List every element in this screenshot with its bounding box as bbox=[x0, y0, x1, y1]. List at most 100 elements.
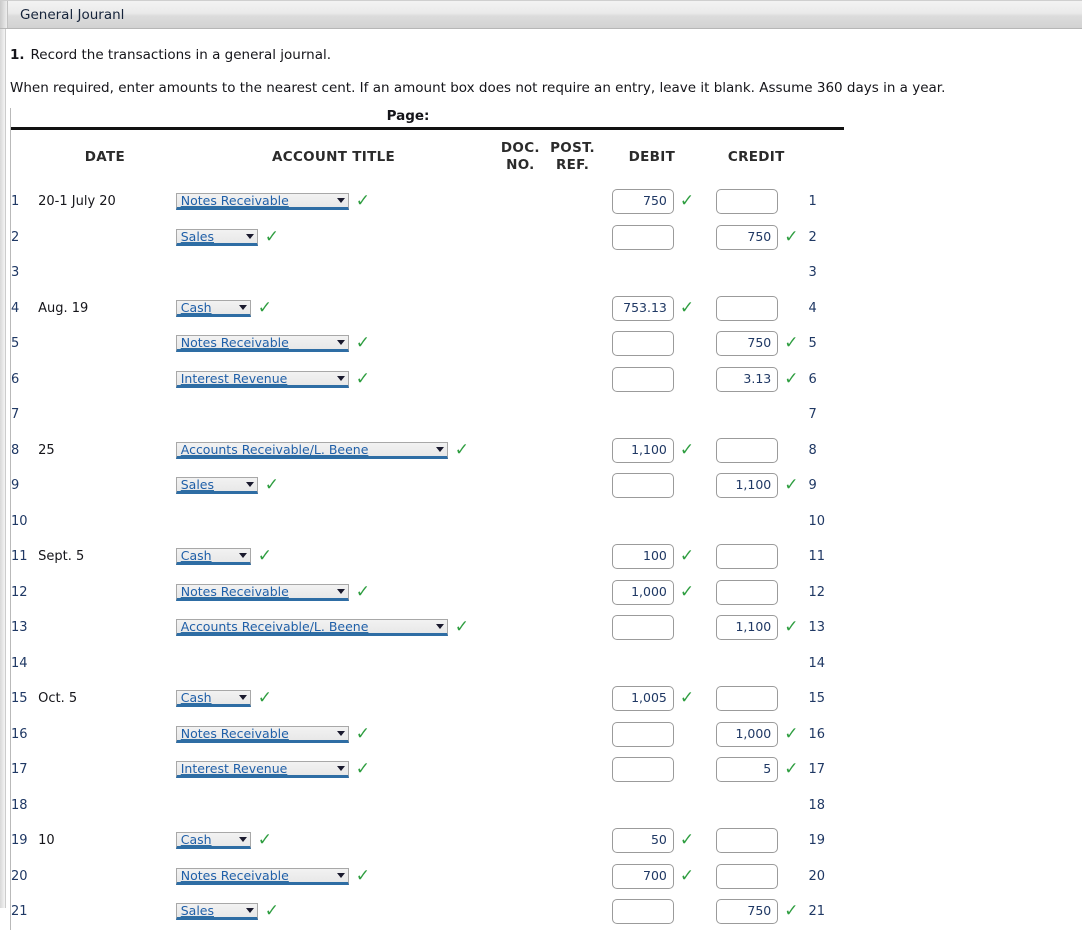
account-title-select[interactable]: Sales bbox=[176, 229, 258, 246]
credit-input[interactable] bbox=[716, 686, 778, 711]
credit-input[interactable] bbox=[716, 438, 778, 463]
debit-input[interactable]: 1,005 bbox=[612, 686, 674, 711]
account-title-select[interactable]: Notes Receivable bbox=[176, 193, 349, 210]
doc-no-cell bbox=[495, 788, 545, 824]
debit-check-icon: ✓ bbox=[680, 300, 692, 317]
account-title-select[interactable]: Cash bbox=[176, 300, 251, 317]
account-title-value: Accounts Receivable/L. Beene bbox=[181, 442, 375, 457]
credit-check-icon: ✓ bbox=[784, 477, 796, 494]
debit-input[interactable]: 50 bbox=[612, 828, 674, 853]
post-ref-cell bbox=[545, 575, 599, 611]
debit-input[interactable]: 700 bbox=[612, 864, 674, 889]
credit-check-icon: ✓ bbox=[784, 371, 796, 388]
chevron-down-icon bbox=[436, 447, 444, 452]
journal-row: 2Sales✓✓750✓2 bbox=[11, 220, 844, 256]
debit-input[interactable] bbox=[612, 473, 674, 498]
post-ref-cell bbox=[545, 397, 599, 433]
debit-wrapper: 1,100✓ bbox=[600, 438, 704, 463]
credit-wrapper: 1,100 ✓ bbox=[704, 473, 808, 498]
account-select-wrapper: Notes Receivable ✓ bbox=[172, 868, 496, 885]
credit-input[interactable] bbox=[716, 296, 778, 321]
debit-input[interactable] bbox=[612, 615, 674, 640]
debit-input[interactable]: 750 bbox=[612, 189, 674, 214]
account-title-cell: Accounts Receivable/L. Beene✓ bbox=[172, 610, 496, 646]
account-title-select[interactable]: Interest Revenue bbox=[176, 761, 349, 778]
row-number-right: 13 bbox=[808, 610, 844, 646]
post-ref-cell bbox=[545, 752, 599, 788]
credit-cell: 3.13 ✓ bbox=[704, 362, 808, 398]
debit-cell: 1,000✓ bbox=[600, 575, 704, 611]
account-title-value: Sales bbox=[181, 229, 220, 244]
account-title-cell: Notes Receivable✓ bbox=[172, 575, 496, 611]
row-number-right: 21 bbox=[808, 894, 844, 930]
account-title-cell: Notes Receivable ✓ bbox=[172, 859, 496, 895]
account-title-select[interactable]: Cash bbox=[176, 548, 251, 565]
credit-wrapper: ✓ bbox=[704, 686, 808, 711]
account-title-select[interactable]: Sales bbox=[176, 903, 258, 920]
post-ref-cell bbox=[545, 184, 599, 220]
chevron-down-icon bbox=[436, 624, 444, 629]
debit-cell: 750✓ bbox=[600, 184, 704, 220]
credit-input[interactable]: 1,000 bbox=[716, 722, 778, 747]
credit-input[interactable] bbox=[716, 864, 778, 889]
credit-input[interactable] bbox=[716, 580, 778, 605]
date-cell bbox=[38, 220, 172, 256]
debit-input[interactable] bbox=[612, 899, 674, 924]
row-number-left: 15 bbox=[11, 681, 38, 717]
debit-input[interactable] bbox=[612, 757, 674, 782]
post-ref-cell bbox=[545, 823, 599, 859]
account-select-wrapper: Cash✓ bbox=[172, 690, 496, 707]
row-number-right: 18 bbox=[808, 788, 844, 824]
credit-check-icon: ✓ bbox=[784, 726, 796, 743]
account-title-select[interactable]: Cash bbox=[176, 832, 251, 849]
debit-input[interactable] bbox=[612, 722, 674, 747]
date-cell: 10 bbox=[38, 823, 172, 859]
account-title-select[interactable]: Sales bbox=[176, 477, 258, 494]
post-ref-cell bbox=[545, 220, 599, 256]
credit-wrapper: ✓ bbox=[704, 296, 808, 321]
journal-row: 13Accounts Receivable/L. Beene✓✓1,100✓13 bbox=[11, 610, 844, 646]
row-number-left: 6 bbox=[11, 362, 38, 398]
account-title-select[interactable]: Notes Receivable bbox=[176, 726, 349, 743]
general-journal-page: General Jouranl 1.Record the transaction… bbox=[0, 0, 1082, 908]
debit-input[interactable] bbox=[612, 331, 674, 356]
account-title-value: Notes Receivable bbox=[181, 584, 295, 599]
credit-input[interactable]: 1,100 bbox=[716, 473, 778, 498]
account-title-select[interactable]: Cash bbox=[176, 690, 251, 707]
account-title-select[interactable]: Interest Revenue bbox=[176, 371, 349, 388]
credit-input[interactable]: 3.13 bbox=[716, 367, 778, 392]
debit-input[interactable]: 1,100 bbox=[612, 438, 674, 463]
journal-row: 120-1 July 20Notes Receivable✓750✓✓1 bbox=[11, 184, 844, 220]
debit-cell: ✓ bbox=[600, 717, 704, 753]
account-check-icon: ✓ bbox=[356, 761, 368, 778]
credit-input[interactable]: 750 bbox=[716, 899, 778, 924]
debit-input[interactable]: 100 bbox=[612, 544, 674, 569]
account-select-wrapper: Notes Receivable✓ bbox=[172, 726, 496, 743]
doc-no-cell bbox=[495, 610, 545, 646]
account-title-select[interactable]: Notes Receivable bbox=[176, 584, 349, 601]
chevron-down-icon bbox=[337, 340, 345, 345]
account-check-icon: ✓ bbox=[356, 868, 368, 885]
debit-input[interactable] bbox=[612, 367, 674, 392]
debit-wrapper: 700✓ bbox=[600, 864, 704, 889]
credit-input[interactable] bbox=[716, 189, 778, 214]
account-select-wrapper: Interest Revenue✓ bbox=[172, 371, 496, 388]
account-title-select[interactable]: Notes Receivable bbox=[176, 868, 349, 885]
credit-input[interactable]: 1,100 bbox=[716, 615, 778, 640]
credit-wrapper: 750✓ bbox=[704, 225, 808, 250]
account-title-select[interactable]: Accounts Receivable/L. Beene bbox=[176, 442, 448, 459]
credit-cell bbox=[704, 255, 808, 291]
journal-row: 16Notes Receivable✓✓1,000✓16 bbox=[11, 717, 844, 753]
credit-cell: ✓ bbox=[704, 291, 808, 327]
credit-cell: ✓ bbox=[704, 823, 808, 859]
credit-input[interactable]: 5 bbox=[716, 757, 778, 782]
credit-input[interactable] bbox=[716, 544, 778, 569]
credit-input[interactable]: 750 bbox=[716, 331, 778, 356]
account-title-select[interactable]: Notes Receivable bbox=[176, 335, 349, 352]
account-title-select[interactable]: Accounts Receivable/L. Beene bbox=[176, 619, 448, 636]
debit-input[interactable]: 753.13 bbox=[612, 296, 674, 321]
debit-input[interactable] bbox=[612, 225, 674, 250]
credit-input[interactable] bbox=[716, 828, 778, 853]
credit-input[interactable]: 750 bbox=[716, 225, 778, 250]
debit-input[interactable]: 1,000 bbox=[612, 580, 674, 605]
